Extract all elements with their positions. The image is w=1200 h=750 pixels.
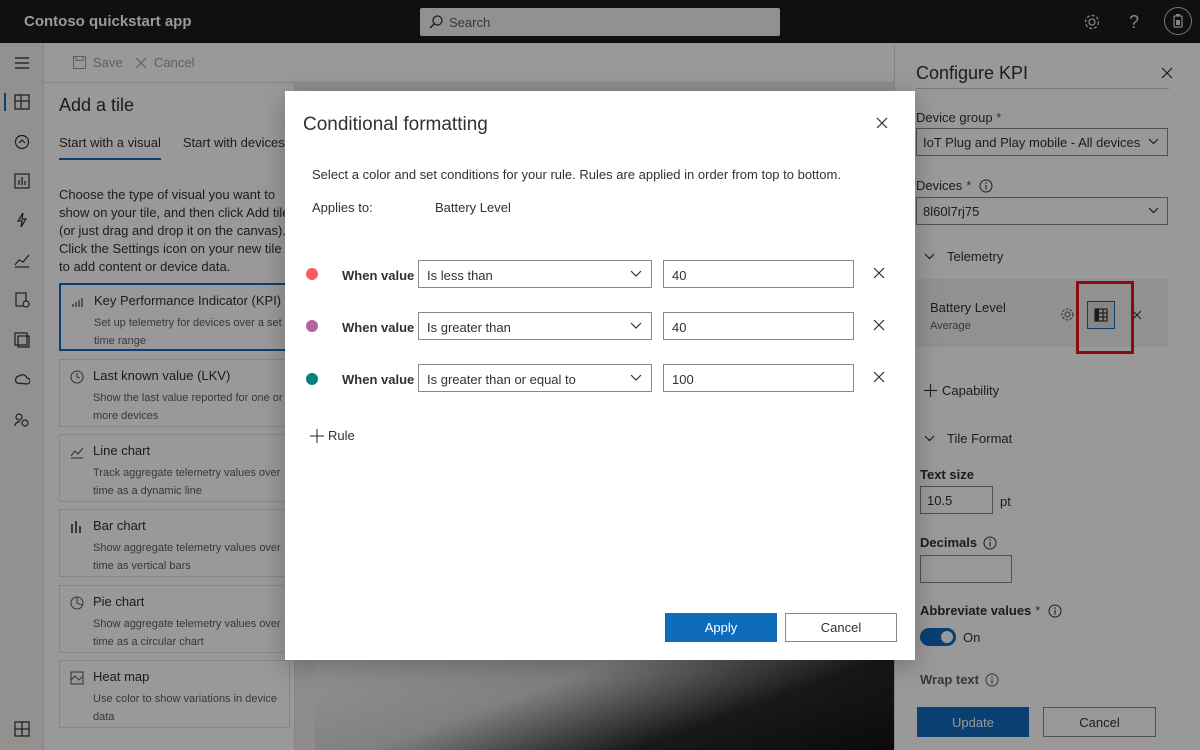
delete-rule-icon[interactable] — [873, 371, 885, 383]
rule-color-picker[interactable] — [306, 268, 318, 280]
rule-value-input[interactable]: 40 — [663, 260, 854, 288]
rule-condition-select[interactable]: Is greater than or equal to — [418, 364, 652, 392]
rule-condition-value: Is less than — [427, 268, 493, 283]
delete-rule-icon[interactable] — [873, 267, 885, 279]
chevron-down-icon — [630, 322, 642, 329]
rule-color-picker[interactable] — [306, 373, 318, 385]
cancel-dialog-button[interactable]: Cancel — [785, 613, 897, 642]
rule-condition-value: Is greater than — [427, 320, 511, 335]
rule-condition-value: Is greater than or equal to — [427, 372, 576, 387]
chevron-down-icon — [630, 374, 642, 381]
rule-when-label: When value — [342, 268, 415, 283]
rule-condition-select[interactable]: Is less than — [418, 260, 652, 288]
add-icon — [310, 428, 324, 443]
delete-rule-icon[interactable] — [873, 319, 885, 331]
dialog-description: Select a color and set conditions for yo… — [312, 167, 841, 182]
rule-value-input[interactable]: 100 — [663, 364, 854, 392]
applies-to-label: Applies to: — [312, 200, 373, 215]
close-dialog-icon[interactable] — [875, 116, 889, 130]
rule-when-label: When value — [342, 320, 415, 335]
rule-condition-select[interactable]: Is greater than — [418, 312, 652, 340]
conditional-formatting-dialog: Conditional formatting Select a color an… — [285, 91, 915, 660]
apply-button[interactable]: Apply — [665, 613, 777, 642]
rule-value-input[interactable]: 40 — [663, 312, 854, 340]
add-rule-label: Rule — [328, 428, 355, 443]
rule-when-label: When value — [342, 372, 415, 387]
applies-to-value: Battery Level — [435, 200, 511, 215]
dialog-title: Conditional formatting — [303, 114, 488, 135]
chevron-down-icon — [630, 270, 642, 277]
add-rule-button[interactable]: Rule — [310, 428, 355, 443]
rule-color-picker[interactable] — [306, 320, 318, 332]
